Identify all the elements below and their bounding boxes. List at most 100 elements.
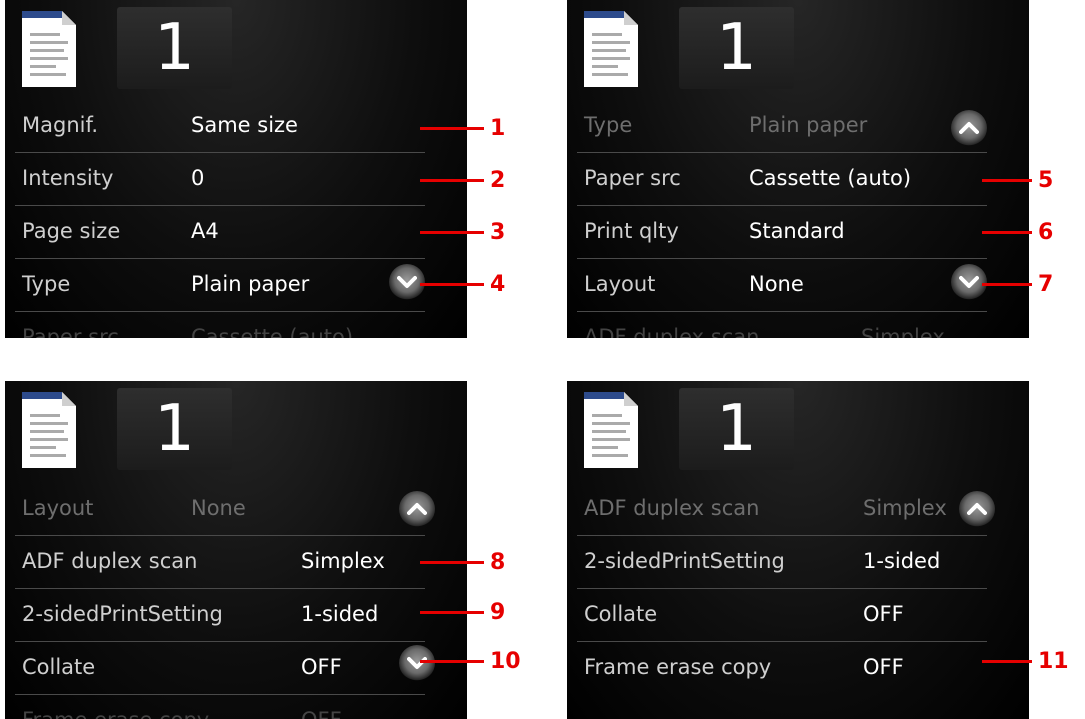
setting-value: Same size <box>191 113 298 137</box>
callout-number: 7 <box>1038 272 1054 297</box>
callout-number: 10 <box>490 649 521 674</box>
setting-row-print-qlty[interactable]: Print qlty Standard <box>567 206 997 259</box>
setting-label: Layout <box>584 272 656 296</box>
callout-number: 6 <box>1038 220 1054 245</box>
copy-count: 1 <box>154 11 195 85</box>
setting-value: Simplex <box>863 496 947 520</box>
setting-value: 0 <box>191 166 205 190</box>
callout-number: 5 <box>1038 168 1054 193</box>
setting-row-adf-duplex-scan[interactable]: ADF duplex scan Simplex <box>5 536 435 589</box>
copy-count: 1 <box>716 11 757 85</box>
setting-row-magnif[interactable]: Magnif. Same size <box>5 100 435 153</box>
copy-count: 1 <box>716 392 757 466</box>
setting-value: OFF <box>301 708 342 719</box>
setting-row-2-sided-print-setting[interactable]: 2-sidedPrintSetting 1-sided <box>567 536 997 589</box>
scroll-down-button[interactable] <box>951 264 987 300</box>
callout-line <box>982 283 1032 286</box>
scroll-down-button[interactable] <box>399 645 435 681</box>
setting-value: A4 <box>191 219 219 243</box>
setting-value: OFF <box>301 655 342 679</box>
setting-row-adf-duplex-scan[interactable]: ADF duplex scan Simplex <box>567 483 997 536</box>
callout-number: 3 <box>490 220 506 245</box>
document-icon <box>22 11 76 87</box>
setting-label: ADF duplex scan <box>22 549 198 573</box>
setting-label: Paper src <box>22 325 119 338</box>
scroll-up-icon <box>407 503 427 515</box>
setting-value: OFF <box>863 602 904 626</box>
callout-line <box>420 660 484 663</box>
setting-row-type[interactable]: Type Plain paper <box>567 100 997 153</box>
setting-row-layout[interactable]: Layout None <box>567 259 997 312</box>
callout-line <box>420 561 484 564</box>
setting-row-paper-src[interactable]: Paper src Cassette (auto) <box>567 153 997 206</box>
callout-number: 11 <box>1038 649 1069 674</box>
setting-value: None <box>191 496 246 520</box>
setting-label: Print qlty <box>584 219 679 243</box>
setting-row-intensity[interactable]: Intensity 0 <box>5 153 435 206</box>
callout-number: 4 <box>490 272 506 297</box>
setting-row-2-sided-print-setting[interactable]: 2-sidedPrintSetting 1-sided <box>5 589 435 642</box>
setting-label: Layout <box>22 496 94 520</box>
scroll-down-icon <box>959 276 979 288</box>
setting-row-type[interactable]: Type Plain paper <box>5 259 435 312</box>
setting-row-layout[interactable]: Layout None <box>5 483 435 536</box>
copy-count-button[interactable]: 1 <box>117 7 232 89</box>
setting-value: 1-sided <box>301 602 379 626</box>
copy-count-button[interactable]: 1 <box>679 388 794 470</box>
scroll-up-button[interactable] <box>951 110 987 146</box>
setting-value: Plain paper <box>191 272 310 296</box>
setting-label: Magnif. <box>22 113 99 137</box>
setting-value: None <box>749 272 804 296</box>
settings-panel-1: 1 Magnif. Same size Intensity 0 Page siz… <box>5 0 467 338</box>
setting-value: 1-sided <box>863 549 941 573</box>
document-icon <box>22 392 76 468</box>
scroll-up-button[interactable] <box>399 491 435 527</box>
scroll-up-button[interactable] <box>959 491 995 527</box>
setting-row-frame-erase-copy[interactable]: Frame erase copy OFF <box>5 695 435 719</box>
setting-row-frame-erase-copy[interactable]: Frame erase copy OFF <box>567 642 997 695</box>
callout-number: 2 <box>490 168 506 193</box>
callout-line <box>982 231 1032 234</box>
setting-label: Intensity <box>22 166 114 190</box>
settings-panel-2: 1 Type Plain paper Paper src Cassette (a… <box>567 0 1029 338</box>
setting-label: Type <box>584 113 633 137</box>
setting-label: Type <box>22 272 71 296</box>
scroll-up-icon <box>959 122 979 134</box>
callout-line <box>420 231 484 234</box>
setting-row-collate[interactable]: Collate OFF <box>567 589 997 642</box>
callout-line <box>420 283 484 286</box>
callout-line <box>420 611 484 614</box>
document-icon <box>584 11 638 87</box>
setting-value: Cassette (auto) <box>191 325 354 338</box>
setting-value: Standard <box>749 219 845 243</box>
callout-number: 1 <box>490 116 506 141</box>
setting-label: ADF duplex scan <box>584 496 760 520</box>
setting-label: Frame erase copy <box>22 708 209 719</box>
document-icon <box>584 392 638 468</box>
callout-line <box>420 127 484 130</box>
setting-value: Simplex <box>301 549 385 573</box>
scroll-down-icon <box>407 657 427 669</box>
setting-row-page-size[interactable]: Page size A4 <box>5 206 435 259</box>
setting-label: 2-sidedPrintSetting <box>22 602 223 626</box>
callout-line <box>982 660 1032 663</box>
setting-value: OFF <box>863 655 904 679</box>
setting-label: Paper src <box>584 166 681 190</box>
copy-count-button[interactable]: 1 <box>679 7 794 89</box>
scroll-up-icon <box>967 503 987 515</box>
setting-label: ADF duplex scan <box>584 325 760 338</box>
setting-row-paper-src[interactable]: Paper src Cassette (auto) <box>5 312 435 338</box>
setting-label: Frame erase copy <box>584 655 772 679</box>
settings-panel-4: 1 ADF duplex scan Simplex 2-sidedPrintSe… <box>567 381 1029 719</box>
setting-row-collate[interactable]: Collate OFF <box>5 642 435 695</box>
setting-row-adf-duplex-scan[interactable]: ADF duplex scan Simplex <box>567 312 997 338</box>
scroll-down-icon <box>397 276 417 288</box>
scroll-down-button[interactable] <box>389 264 425 300</box>
copy-count-button[interactable]: 1 <box>117 388 232 470</box>
copy-count: 1 <box>154 392 195 466</box>
settings-panel-3: 1 Layout None ADF duplex scan Simplex 2-… <box>5 381 467 719</box>
callout-line <box>420 179 484 182</box>
setting-label: Collate <box>22 655 96 679</box>
setting-value: Plain paper <box>749 113 868 137</box>
callout-number: 8 <box>490 550 506 575</box>
